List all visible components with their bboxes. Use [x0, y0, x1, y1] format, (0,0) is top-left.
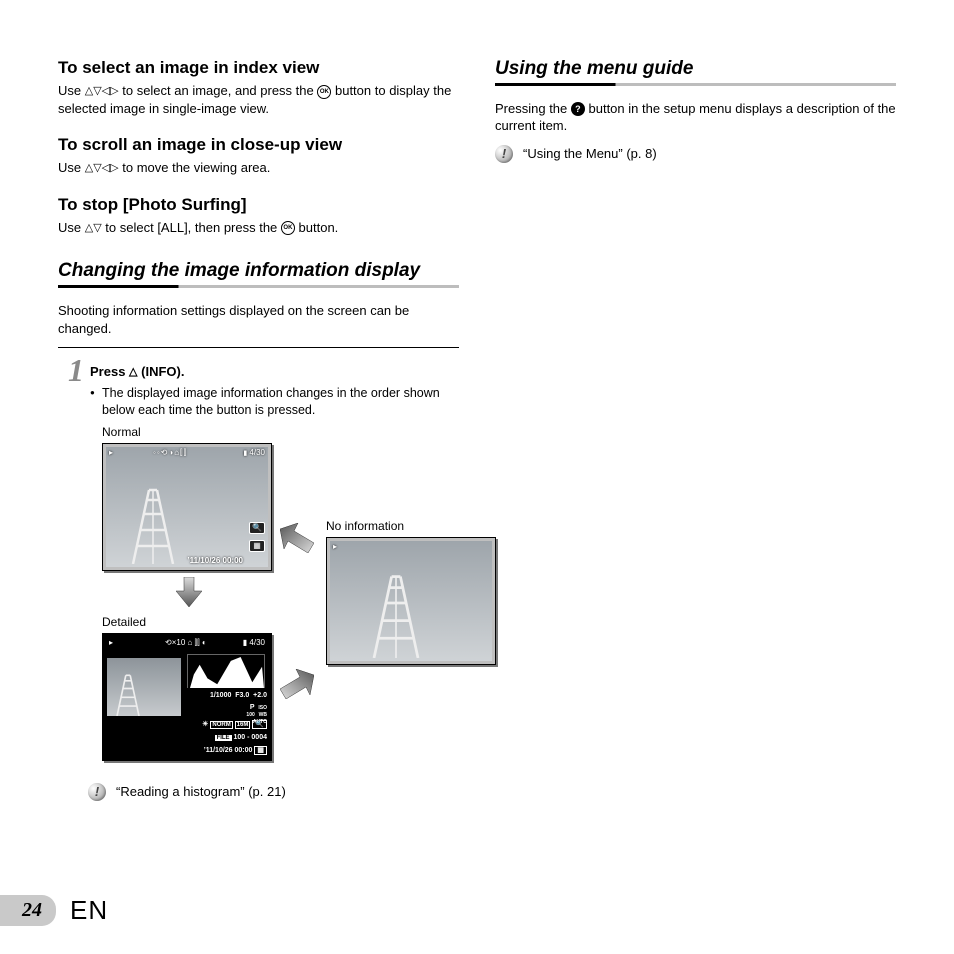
note-using-menu: “Using the Menu” (p. 8) — [523, 146, 657, 161]
up-triangle-icon: △ — [129, 367, 137, 378]
heading-index-view: To select an image in index view — [58, 58, 459, 78]
lcd-noinfo: ▸ — [326, 537, 496, 665]
note-icon: ! — [88, 783, 106, 801]
zoom-icon: 🔍 — [249, 522, 265, 534]
status-icons: ⟲×10 ⌂ ⫿⫿ ◐ — [165, 638, 207, 648]
step-title: Press △ (INFO). — [90, 364, 459, 379]
date-text: ’11/10/26 00:00 — [187, 556, 243, 565]
arrow-upright-icon — [280, 669, 314, 699]
lcd-detailed: ▸ ⟲×10 ⌂ ⫿⫿ ◐ ▮ 4/30 1/1000 F3.0 +2.0 P … — [102, 633, 272, 761]
para-index-view: Use △▽◁▷ to select an image, and press t… — [58, 82, 459, 117]
text: to select [ALL], then press the — [105, 220, 281, 235]
para-menu-guide: Pressing the ? button in the setup menu … — [495, 100, 896, 135]
grid-icon: ▦ — [249, 540, 265, 552]
arrow-updown-icon: △▽ — [85, 223, 102, 234]
text: to move the viewing area. — [122, 160, 270, 175]
text: Press — [90, 364, 129, 379]
step-number: 1 — [58, 356, 84, 419]
exposure-row: 1/1000 F3.0 +2.0 — [210, 692, 267, 699]
caption-normal: Normal — [102, 425, 141, 439]
heading-closeup: To scroll an image in close-up view — [58, 135, 459, 155]
date-row: ’11/10/26 00:00 ▦ — [204, 746, 267, 754]
page-footer: 24 EN — [0, 895, 108, 926]
section-menu-guide: Using the menu guide — [495, 58, 896, 86]
section-intro: Shooting information settings displayed … — [58, 302, 459, 337]
text: Pressing the — [495, 101, 571, 116]
page-number: 24 — [0, 895, 56, 926]
text: Use — [58, 220, 85, 235]
status-icons: ◦◦⟲◑⌂⫿⫿ — [153, 448, 187, 458]
counter: ▮ 4/30 — [243, 638, 265, 647]
ladder-icon — [123, 484, 183, 564]
note-histogram: “Reading a histogram” (p. 21) — [116, 784, 286, 799]
text: to select an image, and press the — [122, 83, 317, 98]
arrow-down-icon — [176, 577, 202, 607]
ladder-icon — [363, 570, 429, 658]
step-bullet: The displayed image information changes … — [90, 385, 459, 419]
arrow-pad-icon: △▽◁▷ — [85, 86, 119, 97]
file-row: FILE 100 - 0004 — [215, 734, 267, 741]
ok-button-icon: OK — [317, 85, 331, 99]
text: button. — [299, 220, 339, 235]
playback-icon: ▸ — [109, 638, 113, 647]
text: Use — [58, 83, 85, 98]
arrow-upleft-icon — [280, 523, 314, 553]
quality-row: ☀ NORM 16M 🔍 — [202, 720, 267, 728]
note-icon: ! — [495, 145, 513, 163]
help-button-icon: ? — [571, 102, 585, 116]
lcd-normal: ▸ ◦◦⟲◑⌂⫿⫿ ▮ 4/30 🔍 ▦ ’11/10/26 00:00 — [102, 443, 272, 571]
para-closeup: Use △▽◁▷ to move the viewing area. — [58, 159, 459, 177]
histogram-icon — [188, 655, 264, 688]
playback-icon: ▸ — [109, 448, 113, 457]
text: (INFO). — [141, 364, 184, 379]
para-stop-surfing: Use △▽ to select [ALL], then press the O… — [58, 219, 459, 237]
arrow-pad-icon: △▽◁▷ — [85, 163, 119, 174]
heading-stop-surfing: To stop [Photo Surfing] — [58, 195, 459, 215]
caption-noinfo: No information — [326, 519, 404, 533]
language-code: EN — [70, 895, 108, 926]
ok-button-icon: OK — [281, 221, 295, 235]
playback-icon: ▸ — [333, 542, 337, 551]
text: Use — [58, 160, 85, 175]
info-display-diagram: Normal ▸ ◦◦⟲◑⌂⫿⫿ ▮ 4/30 🔍 ▦ ’11/10/26 00… — [58, 425, 459, 825]
section-changing-display: Changing the image information display — [58, 260, 459, 288]
counter: ▮ 4/30 — [243, 448, 265, 457]
caption-detailed: Detailed — [102, 615, 146, 629]
